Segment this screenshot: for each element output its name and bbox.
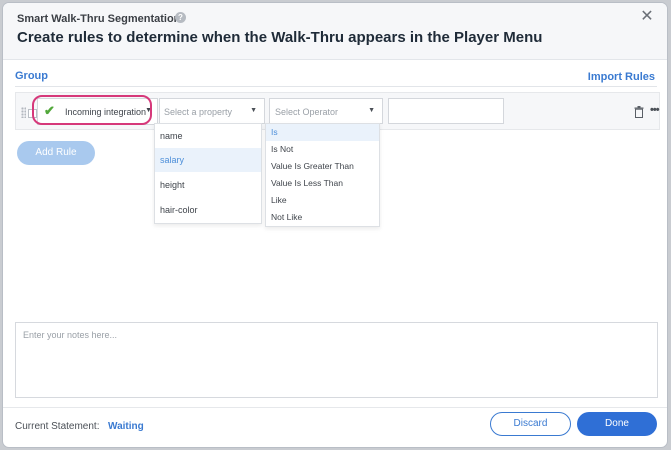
chevron-down-icon: ▼ — [368, 107, 375, 114]
operator-dropdown-list: Is Is Not Value Is Greater Than Value Is… — [265, 123, 380, 227]
group-divider — [15, 86, 657, 87]
operator-option-is[interactable]: Is — [266, 124, 379, 141]
import-rules-link[interactable]: Import Rules — [588, 71, 655, 83]
operator-select[interactable]: Select Operator ▼ — [269, 98, 383, 124]
discard-button[interactable]: Discard — [490, 412, 571, 436]
question-circle-icon[interactable]: ? — [175, 12, 186, 23]
trash-icon[interactable] — [634, 106, 644, 118]
property-dropdown-list: name salary height hair-color — [154, 123, 262, 224]
modal-title: Create rules to determine when the Walk-… — [17, 29, 543, 46]
property-select-placeholder: Select a property — [164, 107, 233, 117]
group-link[interactable]: Group — [15, 70, 48, 82]
operator-option-not-like[interactable]: Not Like — [266, 209, 379, 226]
more-horizontal-icon[interactable]: ••• — [650, 104, 660, 116]
operator-option-greater-than[interactable]: Value Is Greater Than — [266, 158, 379, 175]
operator-select-placeholder: Select Operator — [275, 107, 339, 117]
done-button[interactable]: Done — [577, 412, 657, 436]
property-option-salary[interactable]: salary — [155, 148, 261, 172]
drag-handle-icon[interactable] — [21, 107, 26, 118]
chevron-down-icon: ▼ — [250, 107, 257, 114]
notes-textarea[interactable] — [15, 322, 658, 398]
operator-option-like[interactable]: Like — [266, 192, 379, 209]
property-option-name[interactable]: name — [155, 124, 261, 148]
current-statement-status: Waiting — [108, 421, 144, 432]
property-option-height[interactable]: height — [155, 173, 261, 197]
close-icon[interactable]: ✕ — [639, 9, 655, 25]
operator-option-less-than[interactable]: Value Is Less Than — [266, 175, 379, 192]
modal-subtitle: Smart Walk-Thru Segmentation — [17, 13, 181, 25]
current-statement-label: Current Statement: — [15, 421, 100, 432]
modal-header: Smart Walk-Thru Segmentation ? Create ru… — [3, 3, 667, 60]
add-rule-button[interactable]: Add Rule — [17, 141, 95, 165]
operator-option-is-not[interactable]: Is Not — [266, 141, 379, 158]
property-option-hair-color[interactable]: hair-color — [155, 198, 261, 222]
property-select[interactable]: Select a property ▼ — [159, 98, 265, 124]
rule-value-input[interactable] — [388, 98, 504, 124]
footer-divider — [3, 407, 667, 408]
highlight-ring — [32, 95, 152, 125]
